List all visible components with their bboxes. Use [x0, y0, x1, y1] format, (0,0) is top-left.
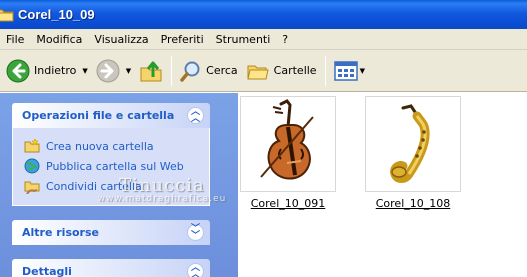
- share-folder-icon: [24, 181, 40, 194]
- menu-edit[interactable]: Modifica: [30, 29, 88, 50]
- task-share-folder[interactable]: Condividi cartella: [24, 176, 209, 196]
- views-button[interactable]: ▼: [330, 53, 369, 89]
- task-share-folder-label: Condividi cartella: [46, 179, 142, 193]
- search-label: Cerca: [206, 64, 238, 77]
- file-thumbnail[interactable]: [240, 96, 336, 192]
- back-dropdown-icon[interactable]: ▼: [82, 67, 87, 75]
- task-pane: Operazioni file e cartella ︿ ︿ Crea nuova…: [0, 93, 238, 277]
- folder-icon: [0, 9, 14, 21]
- file-item[interactable]: Corel_10_108: [365, 96, 465, 210]
- search-button[interactable]: Cerca: [176, 53, 242, 89]
- new-folder-icon: [24, 138, 40, 153]
- file-tasks-header[interactable]: Operazioni file e cartella ︿ ︿: [12, 103, 210, 128]
- file-name[interactable]: Corel_10_091: [240, 197, 336, 210]
- folders-icon: [247, 65, 269, 79]
- file-thumbnail[interactable]: [365, 96, 461, 192]
- up-folder-button[interactable]: [135, 53, 167, 89]
- menu-bar: File Modifica Visualizza Preferiti Strum…: [0, 29, 527, 50]
- saxophone-icon: [390, 104, 430, 183]
- collapse-chevron-icon[interactable]: ︿ ︿: [187, 107, 204, 124]
- forward-button[interactable]: ▼: [92, 53, 135, 89]
- menu-favorites[interactable]: Preferiti: [155, 29, 210, 50]
- back-arrow-icon: [6, 59, 30, 82]
- task-new-folder[interactable]: Crea nuova cartella: [24, 136, 209, 156]
- forward-arrow-icon: [96, 59, 120, 82]
- expand-chevron-icon[interactable]: ﹀ ﹀: [187, 224, 204, 241]
- file-name[interactable]: Corel_10_108: [365, 197, 461, 210]
- back-label: Indietro: [34, 64, 77, 77]
- folders-button[interactable]: Cartelle: [242, 53, 321, 89]
- file-list-pane: Corel_10_091 Corel_10_108: [238, 93, 527, 277]
- other-places-title: Altre risorse: [22, 226, 99, 239]
- menu-help[interactable]: ?: [276, 29, 294, 50]
- back-button[interactable]: Indietro ▼: [0, 53, 92, 89]
- task-new-folder-label: Crea nuova cartella: [46, 139, 154, 153]
- details-title: Dettagli: [22, 265, 72, 277]
- details-header[interactable]: Dettagli ︿ ︿: [12, 259, 210, 277]
- toolbar-separator: [171, 55, 173, 86]
- window-title: Corel_10_09: [18, 7, 95, 22]
- publish-web-icon: [24, 158, 40, 174]
- task-publish-web-label: Pubblica cartella sul Web: [46, 159, 184, 173]
- folders-label: Cartelle: [273, 64, 317, 77]
- file-tasks-panel: Crea nuova cartella Pubblica cartella su…: [12, 128, 210, 206]
- file-tasks-title: Operazioni file e cartella: [22, 109, 175, 122]
- toolbar: Indietro ▼ ▼ Cerca Cartelle ▼: [0, 50, 527, 92]
- menu-file[interactable]: File: [0, 29, 30, 50]
- file-item[interactable]: Corel_10_091: [240, 96, 340, 210]
- search-icon: [180, 61, 200, 82]
- up-folder-icon: [140, 61, 162, 81]
- menu-tools[interactable]: Strumenti: [210, 29, 277, 50]
- toolbar-separator: [324, 55, 326, 86]
- task-publish-web[interactable]: Pubblica cartella sul Web: [24, 156, 209, 176]
- violin-icon: [260, 99, 314, 180]
- collapse-chevron-icon[interactable]: ︿ ︿: [187, 263, 204, 277]
- views-icon: [333, 60, 358, 81]
- other-places-header[interactable]: Altre risorse ﹀ ﹀: [12, 220, 210, 245]
- forward-dropdown-icon[interactable]: ▼: [126, 67, 131, 75]
- views-dropdown-icon[interactable]: ▼: [360, 67, 365, 75]
- menu-view[interactable]: Visualizza: [88, 29, 154, 50]
- title-bar[interactable]: Corel_10_09: [0, 0, 527, 29]
